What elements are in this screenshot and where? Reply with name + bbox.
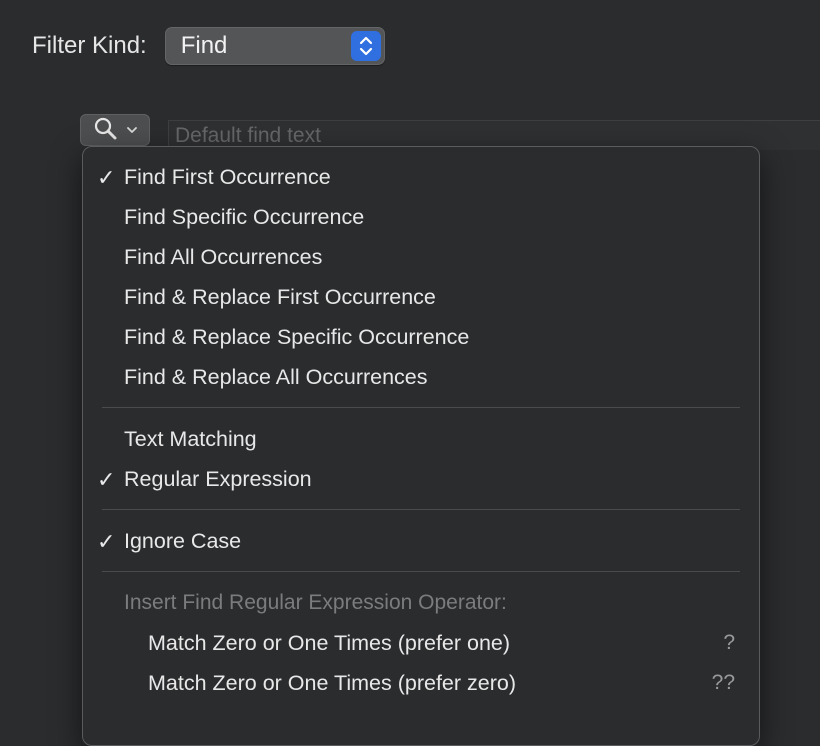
menu-separator [102, 509, 740, 510]
filter-kind-value: Find [180, 32, 228, 59]
operator-section-header: Insert Find Regular Expression Operator: [124, 591, 507, 614]
search-options-button[interactable] [80, 114, 150, 146]
menu-item-regular-expression[interactable]: ✓ Regular Expression [83, 461, 759, 497]
operator-symbol: ? [723, 631, 735, 654]
menu-item-label: Find & Replace All Occurrences [124, 365, 428, 389]
menu-item-ignore-case[interactable]: ✓ Ignore Case [83, 523, 759, 559]
filter-kind-row: Filter Kind: Find [32, 26, 385, 66]
menu-item-label: Find Specific Occurrence [124, 205, 365, 229]
menu-item-label: Match Zero or One Times (prefer zero) [148, 671, 516, 695]
find-text-placeholder: Default find text [175, 124, 321, 147]
menu-separator [102, 407, 740, 408]
menu-item-label: Text Matching [124, 427, 257, 451]
up-down-chevron-icon [350, 31, 381, 61]
menu-item-label: Find & Replace Specific Occurrence [124, 325, 470, 349]
menu-item-label: Regular Expression [124, 467, 312, 491]
menu-item-find-replace-all-occurrences[interactable]: Find & Replace All Occurrences [83, 359, 759, 395]
operator-symbol: ?? [711, 671, 735, 694]
menu-item-label: Find All Occurrences [124, 245, 323, 269]
menu-separator [102, 571, 740, 572]
menu-item-label: Find & Replace First Occurrence [124, 285, 436, 309]
menu-item-find-all-occurrences[interactable]: Find All Occurrences [83, 239, 759, 275]
checkmark-icon: ✓ [97, 529, 116, 554]
checkmark-icon: ✓ [97, 165, 116, 190]
filter-kind-popup[interactable]: Find [164, 27, 385, 65]
menu-item-find-first-occurrence[interactable]: ✓ Find First Occurrence [83, 159, 759, 195]
menu-item-operator-zero-or-one-prefer-zero[interactable]: Match Zero or One Times (prefer zero) ?? [83, 665, 759, 701]
find-options-menu: ✓ Find First Occurrence Find Specific Oc… [82, 146, 760, 746]
menu-item-label: Match Zero or One Times (prefer one) [148, 631, 511, 655]
checkmark-icon: ✓ [97, 467, 116, 492]
chevron-down-icon [127, 121, 137, 139]
menu-item-label: Ignore Case [124, 529, 242, 553]
menu-item-label: Find First Occurrence [124, 165, 331, 189]
magnifying-glass-icon [93, 116, 119, 145]
filter-kind-label: Filter Kind: [32, 32, 147, 59]
menu-item-find-replace-first-occurrence[interactable]: Find & Replace First Occurrence [83, 279, 759, 315]
menu-item-text-matching[interactable]: Text Matching [83, 421, 759, 457]
menu-item-find-specific-occurrence[interactable]: Find Specific Occurrence [83, 199, 759, 235]
menu-item-find-replace-specific-occurrence[interactable]: Find & Replace Specific Occurrence [83, 319, 759, 355]
menu-item-operator-zero-or-one-prefer-one[interactable]: Match Zero or One Times (prefer one) ? [83, 625, 759, 661]
